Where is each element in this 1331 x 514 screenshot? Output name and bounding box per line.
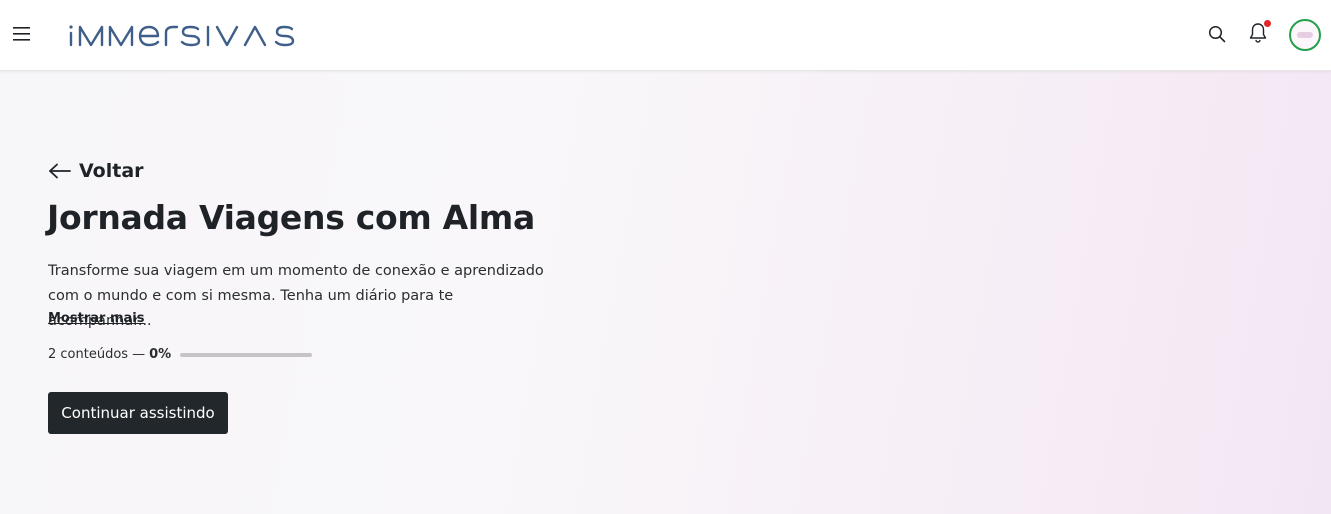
progress-bar	[180, 352, 313, 357]
contents-count: 2 conteúdos	[48, 347, 129, 362]
avatar-image	[1297, 32, 1313, 38]
search-icon	[1208, 25, 1226, 43]
menu-button[interactable]	[8, 20, 36, 48]
notification-badge	[1264, 20, 1271, 27]
back-label: Voltar	[79, 160, 144, 182]
separator: —	[132, 347, 146, 362]
continue-watching-button[interactable]: Continuar assistindo	[48, 392, 228, 434]
top-navbar	[0, 0, 1331, 71]
immersivas-logo	[69, 25, 295, 47]
course-hero: Voltar Jornada Viagens com Alma Transfor…	[0, 71, 1331, 514]
back-link[interactable]: Voltar	[48, 160, 144, 182]
progress-percent: 0%	[149, 347, 172, 362]
search-button[interactable]	[1205, 22, 1229, 46]
notifications-button[interactable]	[1245, 20, 1271, 46]
show-more-link[interactable]: Mostrar mais	[48, 311, 144, 326]
page-title: Jornada Viagens com Alma	[47, 198, 535, 237]
hamburger-menu-icon	[13, 27, 30, 41]
brand-logo[interactable]	[66, 14, 298, 54]
user-avatar[interactable]	[1289, 19, 1321, 51]
progress-summary: 2 conteúdos — 0%	[48, 347, 313, 362]
arrow-left-icon	[49, 163, 71, 179]
